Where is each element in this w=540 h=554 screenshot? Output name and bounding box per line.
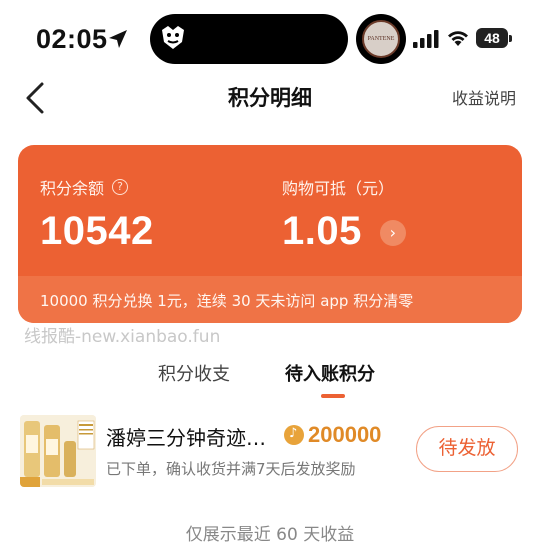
item-points: 200000 xyxy=(284,422,381,448)
cellular-signal-icon xyxy=(413,30,439,48)
points-balance-value: 10542 xyxy=(40,209,154,253)
item-title: 潘婷三分钟奇迹… xyxy=(106,426,266,450)
location-arrow-icon xyxy=(109,30,127,48)
product-thumbnail xyxy=(20,415,96,487)
wifi-icon xyxy=(448,31,468,46)
footer-note: 仅展示最近 60 天收益 xyxy=(185,525,355,545)
deduction-label: 购物可抵（元） xyxy=(282,179,395,198)
deduction-value: 1.05 xyxy=(282,209,362,253)
list-item[interactable]: 潘婷三分钟奇迹… 200000 已下单，确认收货并满7天后发放奖励 待发放 xyxy=(0,412,540,492)
tab-points-history[interactable]: 积分收支 xyxy=(158,360,230,386)
nav-header: 积分明细 收益说明 xyxy=(0,72,540,122)
status-bar: 02:05 PANTENE 48 xyxy=(0,0,540,72)
app-activity-icon xyxy=(162,26,184,49)
clock: 02:05 xyxy=(36,24,108,54)
tab-bar: 积分收支 待入账积分 xyxy=(0,356,540,400)
points-value: 200000 xyxy=(308,422,382,447)
help-icon[interactable]: ? xyxy=(112,179,129,195)
chevron-right-icon[interactable]: › xyxy=(379,219,406,246)
earnings-info-link[interactable]: 收益说明 xyxy=(452,85,516,109)
points-summary-card: 积分余额 ? 10542 购物可抵（元） 1.05 › 10000 积分兑换 1… xyxy=(18,145,522,323)
points-balance-label: 积分余额 xyxy=(40,179,105,198)
pending-status-button[interactable]: 待发放 xyxy=(416,426,518,472)
coin-icon xyxy=(284,425,304,445)
tab-pending-points[interactable]: 待入账积分 xyxy=(285,360,375,386)
item-description: 已下单，确认收货并满7天后发放奖励 xyxy=(106,460,356,478)
points-balance: 积分余额 ? 10542 xyxy=(40,175,154,254)
exchange-rule-note: 10000 积分兑换 1元，连续 30 天未访问 app 积分清零 xyxy=(18,276,522,323)
battery-icon: 48 xyxy=(476,28,512,48)
watermark-text: 线报酷-new.xianbao.fun xyxy=(24,327,221,347)
pantene-logo-icon: PANTENE xyxy=(362,20,400,58)
active-tab-indicator xyxy=(321,394,345,398)
shopping-deduction[interactable]: 购物可抵（元） 1.05 › xyxy=(282,175,406,254)
battery-level: 48 xyxy=(484,30,500,46)
